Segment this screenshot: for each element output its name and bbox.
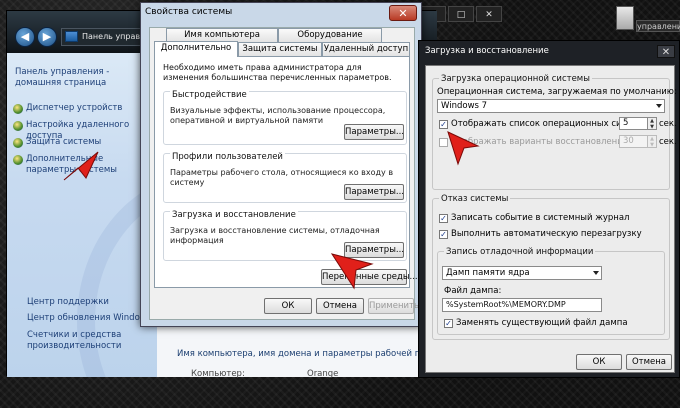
group-title: Загрузка и восстановление [170,210,298,220]
shield-icon [13,155,23,165]
admin-notice: Необходимо иметь права администратора дл… [163,63,392,82]
shield-icon [13,121,23,131]
apply-button[interactable]: Применить [368,298,419,314]
sidebar-link-label: Защита системы [26,137,102,147]
sidebar-link-device-manager[interactable]: Диспетчер устройств [13,103,155,114]
document-icon [616,6,634,30]
back-arrow-icon[interactable]: ◀ [15,27,35,47]
seconds-unit: сек. [659,119,677,129]
red-pointer-arrow-icon [62,150,100,184]
shield-icon [13,138,23,148]
performance-group: Быстродействие Визуальные эффекты, испол… [163,90,407,145]
show-os-list-label: Отображать список операционных систем: [451,119,646,129]
tab-advanced[interactable]: Дополнительно [154,41,238,57]
user-profiles-group: Профили пользователей Параметры рабочего… [163,152,407,203]
chevron-down-icon [593,271,599,275]
write-event-label: Записать событие в системный журнал [451,213,630,223]
group-title: Быстродействие [170,90,249,100]
chevron-down-icon [656,104,662,108]
dialog-body: Имя компьютера Оборудование Дополнительн… [149,27,419,320]
performance-settings-button[interactable]: Параметры... [344,124,404,140]
default-os-select[interactable]: Windows 7 [437,99,665,113]
sidebar-link-system-protection[interactable]: Защита системы [13,137,155,148]
dump-file-input[interactable]: %SystemRoot%\MEMORY.DMP [442,298,602,312]
forward-arrow-icon[interactable]: ▶ [37,27,57,47]
maximize-button[interactable]: □ [448,6,474,22]
dump-type-select[interactable]: Дамп памяти ядра [442,266,602,280]
section-title: Загрузка операционной системы [439,74,592,84]
ok-button[interactable]: ОК [576,354,622,370]
auto-restart-checkbox[interactable]: ✓ [439,230,448,239]
computer-label: Компьютер: [191,369,245,379]
section-title: Запись отладочной информации [444,247,596,257]
close-icon[interactable]: ✕ [389,5,417,21]
dump-file-label: Файл дампа: [444,286,502,296]
dump-type-value: Дамп памяти ядра [446,268,530,278]
red-pointer-arrow-icon [330,250,374,290]
see-also-performance[interactable]: Счетчики и средства производительности [27,330,155,352]
system-properties-dialog: Свойства системы ✕ Имя компьютера Оборуд… [140,2,422,327]
group-title: Профили пользователей [170,152,285,162]
show-recovery-seconds[interactable]: 30 [619,135,649,148]
debug-info-section: Запись отладочной информации Дамп памяти… [437,247,665,335]
boot-recovery-dialog: Загрузка и восстановление ✕ Загрузка опе… [418,40,680,378]
section-title: Отказ системы [439,194,511,204]
control-panel-sidebar: Панель управления - домашняя страница Ди… [7,53,157,377]
dialog-title: Загрузка и восстановление [425,46,549,56]
show-os-list-seconds[interactable]: 5 [619,117,649,130]
home-link[interactable]: Панель управления - домашняя страница [15,67,153,89]
overwrite-label: Заменять существующий файл дампа [456,318,628,328]
tab-system-protection[interactable]: Защита системы [238,42,322,56]
close-button[interactable]: ✕ [476,6,502,22]
cancel-button[interactable]: Отмена [626,354,672,370]
default-os-value: Windows 7 [441,101,488,111]
close-icon[interactable]: ✕ [657,45,675,58]
computer-value: Orange [307,369,339,379]
control-panel-icon [65,31,78,42]
see-also-support-center[interactable]: Центр поддержки [27,297,155,308]
window-tag[interactable]: управлени [636,20,680,32]
auto-restart-label: Выполнить автоматическую перезагрузку [451,229,642,239]
dialog-title: Свойства системы [145,7,233,17]
red-pointer-arrow-icon [446,130,480,166]
tab-computer-name[interactable]: Имя компьютера [166,28,278,42]
tab-remote-access[interactable]: Удаленный доступ [322,42,410,56]
desktop-gadgets: _ □ ✕ управлени [420,4,680,32]
system-failure-section: Отказ системы ✓ Записать событие в систе… [432,194,670,340]
computer-name-group-title: Имя компьютера, имя домена и параметры р… [177,349,448,359]
spin-up-down-icon[interactable]: ▲ ▼ [647,135,657,148]
cancel-button[interactable]: Отмена [316,298,364,314]
seconds-unit: сек. [659,137,677,147]
write-event-checkbox[interactable]: ✓ [439,214,448,223]
user-profiles-settings-button[interactable]: Параметры... [344,184,404,200]
spin-up-down-icon[interactable]: ▲ ▼ [647,117,657,130]
show-os-list-checkbox[interactable]: ✓ [439,120,448,129]
overwrite-checkbox[interactable]: ✓ [444,319,453,328]
tab-hardware[interactable]: Оборудование [278,28,382,42]
dialog-body: Загрузка операционной системы Операционн… [425,65,677,373]
ok-button[interactable]: ОК [264,298,312,314]
default-os-label: Операционная система, загружаемая по умо… [437,87,677,97]
see-also-windows-update[interactable]: Центр обновления Windows [27,313,155,324]
shield-icon [13,104,23,114]
sidebar-link-label: Диспетчер устройств [26,103,123,113]
group-description: Визуальные эффекты, использование процес… [170,106,386,125]
